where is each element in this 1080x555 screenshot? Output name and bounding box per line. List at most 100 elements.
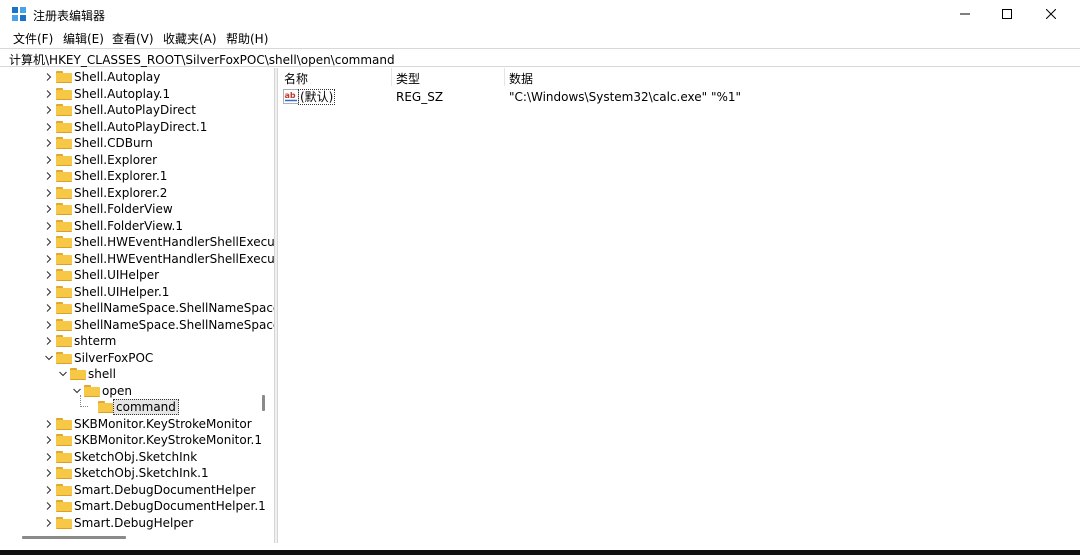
tree-item[interactable]: SKBMonitor.KeyStrokeMonitor.1 xyxy=(7,432,267,448)
tree-item[interactable]: SKBMonitor.KeyStrokeMonitor xyxy=(7,416,267,432)
chevron-right-icon[interactable] xyxy=(44,518,54,528)
chevron-right-icon[interactable] xyxy=(44,188,54,198)
column-divider[interactable] xyxy=(391,68,392,86)
maximize-button[interactable] xyxy=(984,0,1030,28)
folder-icon xyxy=(56,285,72,298)
tree-item[interactable]: Shell.CDBurn xyxy=(7,135,267,151)
folder-icon xyxy=(56,302,72,314)
tree-item-label: Shell.AutoPlayDirect xyxy=(74,103,196,117)
tree-vertical-scroll-thumb[interactable] xyxy=(262,395,265,411)
tree-item[interactable]: Shell.Autoplay xyxy=(7,69,267,85)
tree-item-label: open xyxy=(102,383,132,398)
tree-item[interactable]: Shell.Explorer.1 xyxy=(7,168,267,184)
tree-item[interactable]: Shell.UIHelper.1 xyxy=(7,284,267,300)
menu-file[interactable]: 文件(F) xyxy=(13,30,53,47)
key-tree[interactable]: Shell.Autoplay Shell.Autoplay.1 Shell.Auto… xyxy=(7,68,274,533)
folder-icon xyxy=(56,252,72,265)
tree-item-label: Shell.Explorer.2 xyxy=(74,185,168,200)
folder-icon xyxy=(56,71,72,83)
regedit-app-icon xyxy=(12,7,26,21)
tree-item[interactable]: SilverFoxPOC xyxy=(7,350,267,366)
tree-item[interactable]: Smart.DebugDocumentHelper.1 xyxy=(7,498,267,514)
tree-item-label: SKBMonitor.KeyStrokeMonitor xyxy=(74,416,252,431)
chevron-right-icon[interactable] xyxy=(44,303,54,313)
column-header-data[interactable]: 数据 xyxy=(509,70,533,87)
chevron-right-icon[interactable] xyxy=(44,435,54,445)
tree-item[interactable]: Shell.FolderView.1 xyxy=(7,218,267,234)
column-header-name[interactable]: 名称 xyxy=(284,70,308,87)
close-button[interactable] xyxy=(1028,0,1074,28)
tree-item-label: shterm xyxy=(74,334,117,348)
tree-item-label: Shell.Explorer xyxy=(74,152,158,167)
tree-item[interactable]: Smart.DebugHelper xyxy=(7,515,267,531)
menu-help[interactable]: 帮助(H) xyxy=(226,30,268,47)
tree-item-label: Smart.DebugDocumentHelper xyxy=(74,482,256,497)
chevron-right-icon[interactable] xyxy=(44,138,54,148)
folder-icon xyxy=(56,137,72,149)
chevron-right-icon[interactable] xyxy=(44,336,54,346)
chevron-right-icon[interactable] xyxy=(44,419,54,429)
folder-icon xyxy=(70,368,86,380)
tree-item[interactable]: Shell.FolderView xyxy=(7,201,267,217)
chevron-right-icon[interactable] xyxy=(44,501,54,511)
tree-item[interactable]: Shell.Autoplay.1 xyxy=(7,86,267,102)
tree-horizontal-scroll-thumb[interactable] xyxy=(22,536,126,539)
address-bar[interactable]: 计算机\HKEY_CLASSES_ROOT\SilverFoxPOC\shell… xyxy=(0,48,1080,67)
tree-item-label: SketchObj.SketchInk xyxy=(74,449,198,464)
chevron-right-icon[interactable] xyxy=(44,468,54,478)
folder-icon xyxy=(56,351,72,364)
chevron-right-icon[interactable] xyxy=(44,122,54,132)
column-header-type[interactable]: 类型 xyxy=(396,70,420,87)
tree-item-label: Shell.AutoPlayDirect.1 xyxy=(74,119,208,134)
chevron-right-icon[interactable] xyxy=(44,270,54,280)
chevron-right-icon[interactable] xyxy=(44,171,54,181)
address-path[interactable]: 计算机\HKEY_CLASSES_ROOT\SilverFoxPOC\shell… xyxy=(9,51,395,68)
menu-favorites[interactable]: 收藏夹(A) xyxy=(163,30,217,47)
tree-item[interactable]: Shell.AutoPlayDirect.1 xyxy=(7,119,267,135)
folder-icon xyxy=(56,236,72,248)
tree-item[interactable]: command xyxy=(7,395,267,415)
tree-item-label: Shell.FolderView xyxy=(74,202,173,216)
title-bar[interactable]: 注册表编辑器 xyxy=(0,0,1080,28)
tree-item[interactable]: Shell.AutoPlayDirect xyxy=(7,102,267,118)
tree-item[interactable]: Shell.Explorer xyxy=(7,152,267,168)
chevron-right-icon[interactable] xyxy=(44,221,54,231)
minimize-button[interactable] xyxy=(942,0,988,28)
tree-item[interactable]: Shell.UIHelper xyxy=(7,267,267,283)
chevron-right-icon[interactable] xyxy=(44,452,54,462)
chevron-right-icon[interactable] xyxy=(44,485,54,495)
menu-view[interactable]: 查看(V) xyxy=(112,30,154,47)
menu-edit[interactable]: 编辑(E) xyxy=(63,30,104,47)
chevron-right-icon[interactable] xyxy=(44,155,54,165)
tree-item[interactable]: Shell.HWEventHandlerShellExecu xyxy=(7,234,274,250)
chevron-right-icon[interactable] xyxy=(44,287,54,297)
close-icon xyxy=(1046,9,1056,19)
tree-item[interactable]: SketchObj.SketchInk.1 xyxy=(7,465,267,481)
chevron-right-icon[interactable] xyxy=(44,204,54,214)
tree-item[interactable]: ShellNameSpace.ShellNameSpace xyxy=(7,300,274,316)
chevron-down-icon[interactable] xyxy=(72,386,82,396)
column-divider[interactable] xyxy=(504,68,505,86)
tree-item[interactable]: Smart.DebugDocumentHelper xyxy=(7,482,267,498)
chevron-down-icon[interactable] xyxy=(44,353,54,363)
tree-item[interactable]: open xyxy=(7,383,267,399)
tree-item[interactable]: Shell.HWEventHandlerShellExecu xyxy=(7,251,274,267)
tree-item-label: Shell.Explorer.1 xyxy=(74,169,168,183)
chevron-right-icon[interactable] xyxy=(44,105,54,115)
value-row[interactable]: ab (默认) REG_SZ "C:\Windows\System32\calc… xyxy=(278,88,1080,106)
tree-item[interactable]: SketchObj.SketchInk xyxy=(7,449,267,465)
chevron-right-icon[interactable] xyxy=(44,89,54,99)
chevron-right-icon[interactable] xyxy=(44,254,54,264)
tree-item-label: Shell.FolderView.1 xyxy=(74,218,183,233)
chevron-down-icon[interactable] xyxy=(58,369,68,379)
tree-item[interactable]: shterm xyxy=(7,333,267,349)
value-data: "C:\Windows\System32\calc.exe" "%1" xyxy=(509,90,742,104)
folder-icon xyxy=(56,417,72,430)
tree-item[interactable]: ShellNameSpace.ShellNameSpace xyxy=(7,317,274,333)
tree-item[interactable]: Shell.Explorer.2 xyxy=(7,185,267,201)
chevron-right-icon[interactable] xyxy=(44,237,54,247)
tree-item[interactable]: shell xyxy=(7,366,267,382)
chevron-right-icon[interactable] xyxy=(44,320,54,330)
chevron-right-icon[interactable] xyxy=(44,72,54,82)
values-list[interactable]: 名称 类型 数据 ab (默认) REG_SZ "C:\Windows\Syst… xyxy=(278,68,1080,543)
